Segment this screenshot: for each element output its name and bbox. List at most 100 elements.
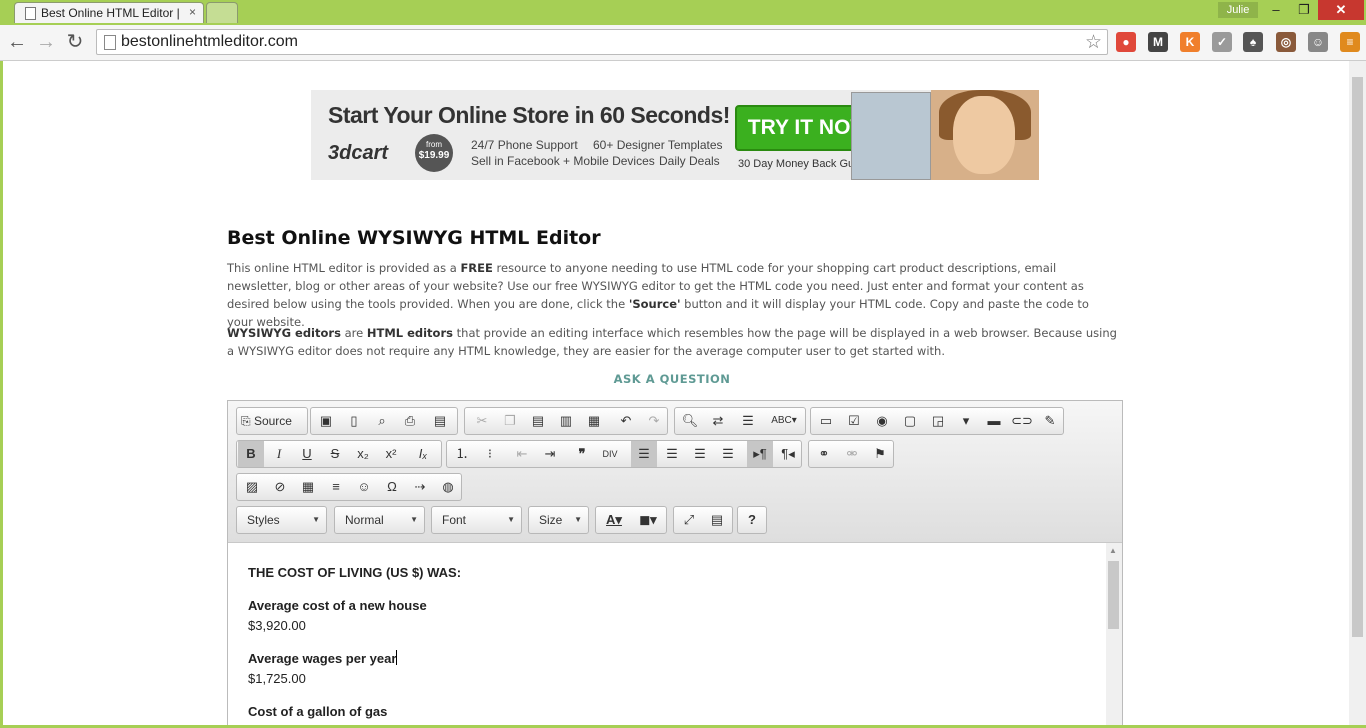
flash-icon[interactable]: ⊘: [267, 474, 293, 500]
hidden-field-icon[interactable]: ✎: [1037, 408, 1063, 434]
table-icon[interactable]: ▦: [295, 474, 321, 500]
iframe-icon[interactable]: ◍: [435, 474, 461, 500]
toolbar-group-clipboard: ✂ ❐ ▤ ▥ ▦ ↶ ↷: [464, 407, 668, 435]
ad-feature: Daily Deals: [659, 154, 720, 168]
source-icon: ⎘: [241, 414, 254, 428]
bold-button[interactable]: B: [238, 441, 264, 467]
templates-icon[interactable]: ▤: [427, 408, 453, 434]
smiley-icon[interactable]: ☺: [351, 474, 377, 500]
paste-word-icon[interactable]: ▦: [581, 408, 607, 434]
format-dropdown[interactable]: Normal ▼: [334, 506, 425, 534]
styles-dropdown[interactable]: Styles ▼: [236, 506, 327, 534]
replace-icon[interactable]: ⇄: [705, 408, 731, 434]
align-center-icon[interactable]: ☰: [659, 441, 685, 467]
spellcheck-icon[interactable]: ABC▾: [765, 408, 803, 434]
scroll-up-icon[interactable]: ▲: [1109, 546, 1117, 555]
print-icon[interactable]: ⎙: [397, 408, 423, 434]
radio-icon[interactable]: ◉: [869, 408, 895, 434]
tab-close-icon[interactable]: ×: [189, 5, 196, 19]
text-field-icon[interactable]: ▢: [897, 408, 923, 434]
blockquote-icon[interactable]: ❞: [569, 441, 595, 467]
subscript-button[interactable]: x₂: [350, 441, 376, 467]
page-scrollbar[interactable]: [1349, 61, 1366, 725]
minimize-button[interactable]: –: [1262, 0, 1290, 20]
evernote-icon[interactable]: ♠: [1243, 32, 1263, 52]
rtl-icon[interactable]: ¶◂: [775, 441, 801, 467]
button-field-icon[interactable]: ▬: [981, 408, 1007, 434]
form-icon[interactable]: ▭: [813, 408, 839, 434]
page-scroll-thumb[interactable]: [1352, 77, 1363, 637]
remove-format-button[interactable]: Iₓ: [410, 441, 436, 467]
select-all-icon[interactable]: ☰: [735, 408, 761, 434]
editor-scroll-thumb[interactable]: [1108, 561, 1119, 629]
page-break-icon[interactable]: ⇢: [407, 474, 433, 500]
instagram-icon[interactable]: ◎: [1276, 32, 1296, 52]
outdent-icon[interactable]: ⇤: [509, 441, 535, 467]
underline-button[interactable]: U: [294, 441, 320, 467]
check-extension-icon[interactable]: ✓: [1212, 32, 1232, 52]
forward-button[interactable]: →: [34, 31, 58, 55]
new-page-icon[interactable]: ▯: [341, 408, 367, 434]
cut-icon[interactable]: ✂: [469, 408, 495, 434]
undo-icon[interactable]: ↶: [613, 408, 639, 434]
text-color-icon[interactable]: A▾: [598, 507, 630, 533]
italic-button[interactable]: I: [266, 441, 292, 467]
image-icon[interactable]: ▨: [239, 474, 265, 500]
paste-text-icon[interactable]: ▥: [553, 408, 579, 434]
indent-icon[interactable]: ⇥: [537, 441, 563, 467]
address-bar[interactable]: bestonlinehtmleditor.com ☆: [96, 29, 1108, 55]
bg-color-icon[interactable]: ◼▾: [632, 507, 664, 533]
ltr-icon[interactable]: ▸¶: [747, 441, 773, 467]
back-button[interactable]: ←: [5, 31, 29, 55]
close-window-button[interactable]: ✕: [1318, 0, 1364, 20]
select-field-icon[interactable]: ▾: [953, 408, 979, 434]
checkbox-icon[interactable]: ☑: [841, 408, 867, 434]
find-icon[interactable]: 🔍︎: [677, 408, 703, 434]
anchor-flag-icon[interactable]: ⚑: [867, 441, 893, 467]
maximize-icon[interactable]: ⤢: [676, 507, 702, 533]
help-button[interactable]: ?: [739, 507, 765, 533]
show-blocks-icon[interactable]: ▤: [704, 507, 730, 533]
numbered-list-icon[interactable]: ⒈: [449, 441, 475, 467]
paste-icon[interactable]: ▤: [525, 408, 551, 434]
browser-tab-active[interactable]: Best Online HTML Editor | ×: [14, 2, 204, 23]
superscript-button[interactable]: x²: [378, 441, 404, 467]
justify-icon[interactable]: ☰: [715, 441, 741, 467]
profile-badge[interactable]: Julie: [1218, 2, 1258, 18]
unlink-icon[interactable]: ⚮: [839, 441, 865, 467]
content-item-value: $3,920.00: [248, 618, 306, 633]
k-extension-icon[interactable]: K: [1180, 32, 1200, 52]
source-label: Source: [253, 414, 292, 428]
chrome-menu-icon[interactable]: ≡: [1340, 32, 1360, 52]
color-wheel-icon[interactable]: ●: [1116, 32, 1136, 52]
div-icon[interactable]: DIV: [597, 441, 623, 467]
textarea-icon[interactable]: ◲: [925, 408, 951, 434]
horizontal-rule-icon[interactable]: ≡: [323, 474, 349, 500]
new-tab-button[interactable]: [206, 2, 238, 23]
link-icon[interactable]: ⚭: [811, 441, 837, 467]
editor-content-area[interactable]: THE COST OF LIVING (US $) WAS: Average c…: [228, 543, 1105, 725]
ad-banner[interactable]: Start Your Online Store in 60 Seconds! 3…: [311, 90, 1039, 180]
ask-question-link[interactable]: ASK A QUESTION: [227, 372, 1117, 386]
size-dropdown[interactable]: Size ▼: [528, 506, 589, 534]
adblock-off-icon[interactable]: ☺: [1308, 32, 1328, 52]
save-icon[interactable]: ▣: [313, 408, 339, 434]
copy-icon[interactable]: ❐: [497, 408, 523, 434]
preview-icon[interactable]: ⌕: [369, 408, 395, 434]
image-button-icon[interactable]: ⊂⊃: [1009, 408, 1035, 434]
special-char-icon[interactable]: Ω: [379, 474, 405, 500]
editor-scrollbar[interactable]: ▲: [1106, 543, 1122, 725]
source-button[interactable]: ⎘ Source: [241, 408, 305, 434]
page-viewport: Start Your Online Store in 60 Seconds! 3…: [3, 61, 1349, 725]
restore-button[interactable]: ❐: [1290, 0, 1318, 20]
redo-icon[interactable]: ↷: [641, 408, 667, 434]
reload-button[interactable]: ↻: [63, 31, 87, 55]
bulleted-list-icon[interactable]: ⁝: [477, 441, 503, 467]
align-left-icon[interactable]: ☰: [631, 441, 657, 467]
m-extension-icon[interactable]: M: [1148, 32, 1168, 52]
bookmark-star-icon[interactable]: ☆: [1085, 31, 1102, 54]
strike-button[interactable]: S: [322, 441, 348, 467]
font-dropdown[interactable]: Font ▼: [431, 506, 522, 534]
align-right-icon[interactable]: ☰: [687, 441, 713, 467]
url-text[interactable]: bestonlinehtmleditor.com: [121, 33, 298, 51]
